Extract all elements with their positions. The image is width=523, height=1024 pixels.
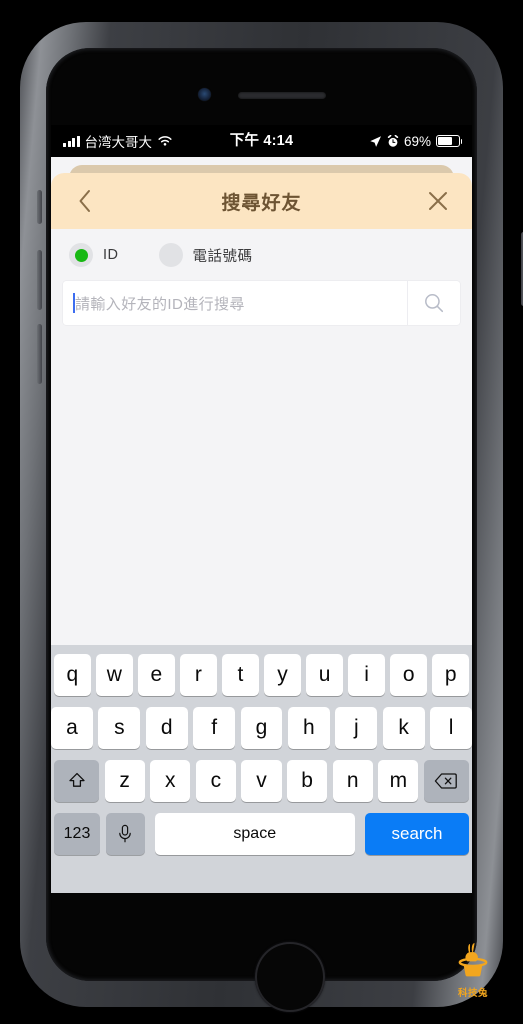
key-v[interactable]: v (241, 760, 282, 802)
home-button[interactable] (255, 942, 325, 1012)
key-y[interactable]: y (264, 654, 301, 696)
key-k[interactable]: k (382, 707, 425, 749)
key-h[interactable]: h (287, 707, 330, 749)
keyboard-row-4: 123 space search (51, 813, 472, 855)
return-search-key[interactable]: search (365, 813, 469, 855)
search-type-option-id[interactable]: ID (69, 243, 119, 267)
key-l[interactable]: l (430, 707, 472, 749)
search-type-selector: ID 電話號碼 (51, 229, 472, 281)
search-type-option-phone[interactable]: 電話號碼 (158, 243, 253, 267)
close-button[interactable] (418, 181, 458, 221)
key-p[interactable]: p (432, 654, 469, 696)
key-i[interactable]: i (348, 654, 385, 696)
location-arrow-icon (370, 135, 381, 147)
status-bar-left: 台湾大哥大 (63, 131, 173, 151)
wifi-icon (158, 136, 172, 146)
space-key[interactable]: space (155, 813, 355, 855)
close-icon (429, 192, 447, 210)
cellular-signal-icon (63, 135, 80, 147)
search-type-label-id: ID (103, 247, 119, 263)
search-bar: 請輸入好友的ID進行搜尋 (63, 281, 460, 325)
key-f[interactable]: f (193, 707, 236, 749)
screenshot-stage: 台湾大哥大 下午 4:14 69% 搜尋好友 ID 電話號碼 請輸入好友的ID進… (0, 0, 523, 1024)
keyboard-row-1: q w e r t y u i o p (51, 654, 472, 696)
keyboard-row-2: a s d f g h j k l (51, 707, 472, 749)
key-c[interactable]: c (195, 760, 236, 802)
watermark-label: 科技兔 (457, 988, 488, 999)
volume-down-button[interactable] (37, 324, 42, 384)
key-u[interactable]: u (306, 654, 343, 696)
key-g[interactable]: g (240, 707, 283, 749)
phone-screen: 台湾大哥大 下午 4:14 69% 搜尋好友 ID 電話號碼 請輸入好友的ID進… (51, 125, 472, 893)
volume-up-button[interactable] (37, 250, 42, 310)
radio-button-phone[interactable] (158, 243, 183, 267)
key-t[interactable]: t (222, 654, 259, 696)
front-camera-icon (198, 88, 211, 101)
key-o[interactable]: o (390, 654, 427, 696)
battery-percent: 69% (403, 133, 431, 149)
search-type-label-phone: 電話號碼 (192, 248, 253, 265)
search-submit-button[interactable] (407, 281, 460, 325)
microphone-icon (119, 824, 131, 843)
carrier-name: 台湾大哥大 (84, 135, 153, 150)
search-placeholder: 請輸入好友的ID進行搜尋 (75, 295, 245, 313)
battery-icon (436, 135, 463, 147)
rabbit-in-hat-logo (458, 943, 488, 977)
page-title: 搜尋好友 (221, 192, 302, 214)
key-j[interactable]: j (335, 707, 378, 749)
backspace-delete-icon (435, 773, 458, 789)
key-a[interactable]: a (51, 707, 93, 749)
key-m[interactable]: m (378, 760, 419, 802)
key-d[interactable]: d (145, 707, 188, 749)
alarm-clock-icon (387, 134, 399, 147)
key-w[interactable]: w (96, 654, 133, 696)
on-screen-keyboard: q w e r t y u i o p a s d f g h j k l z … (51, 645, 472, 893)
modal-header: 搜尋好友 (51, 173, 472, 229)
shift-up-arrow-icon (68, 772, 85, 787)
dictation-key[interactable] (105, 813, 145, 855)
key-r[interactable]: r (180, 654, 217, 696)
status-bar-right: 69% (369, 125, 463, 157)
key-b[interactable]: b (287, 760, 328, 802)
magnifier-icon (425, 294, 444, 313)
numeric-key[interactable]: 123 (54, 813, 100, 855)
key-x[interactable]: x (150, 760, 191, 802)
mute-switch[interactable] (37, 190, 42, 224)
key-n[interactable]: n (332, 760, 373, 802)
search-friends-modal: 搜尋好友 ID 電話號碼 請輸入好友的ID進行搜尋 q w e r t y u … (51, 173, 472, 893)
watermark: 科技兔 (445, 937, 501, 999)
search-input[interactable]: 請輸入好友的ID進行搜尋 (63, 281, 407, 325)
key-z[interactable]: z (104, 760, 145, 802)
shift-key[interactable] (54, 760, 99, 802)
key-s[interactable]: s (98, 707, 141, 749)
key-e[interactable]: e (138, 654, 175, 696)
radio-button-id[interactable] (69, 243, 93, 267)
key-q[interactable]: q (54, 654, 91, 696)
earpiece-speaker (238, 92, 326, 99)
status-bar: 台湾大哥大 下午 4:14 69% (51, 125, 472, 157)
backspace-key[interactable] (423, 760, 469, 802)
keyboard-row-3: z x c v b n m (51, 760, 472, 802)
